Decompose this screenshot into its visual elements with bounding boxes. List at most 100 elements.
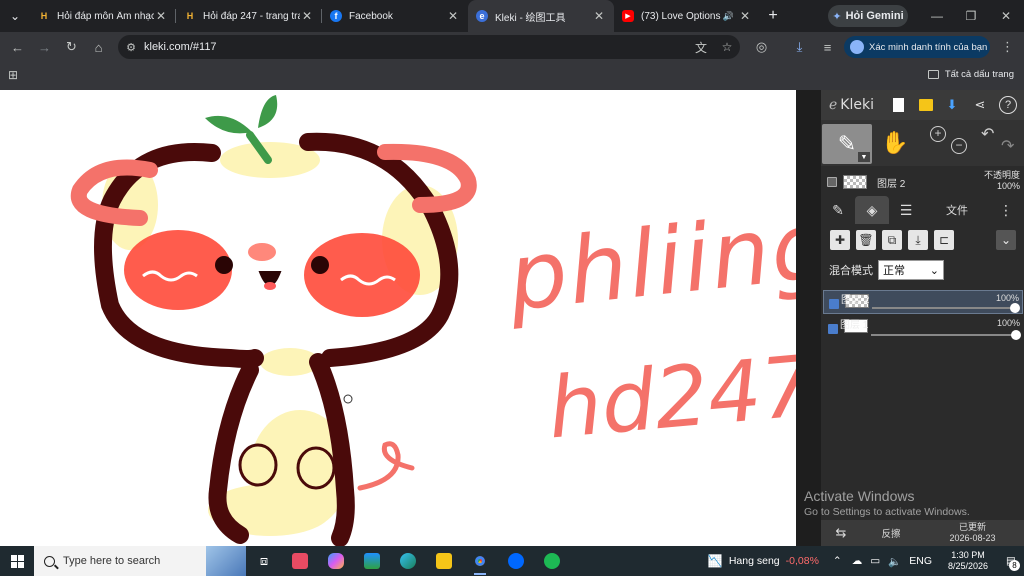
tab-adjust[interactable]: ☰	[889, 196, 923, 224]
brush-cursor	[343, 394, 353, 404]
all-bookmarks-button[interactable]: Tất cả dấu trang	[927, 69, 1014, 80]
volume-icon[interactable]: 🔈	[888, 555, 901, 568]
media-control-button[interactable]: ≡	[814, 32, 841, 62]
redo-icon[interactable]: ↷	[1001, 136, 1014, 156]
layer-item[interactable]: 图层 1 100%	[823, 316, 1023, 340]
undo-icon[interactable]: ↶	[981, 124, 994, 144]
language-indicator[interactable]: ENG	[909, 555, 932, 567]
tab-kleki[interactable]: e Kleki - 绘图工具 ✕	[468, 0, 614, 32]
url-text[interactable]: kleki.com/#117	[144, 41, 688, 53]
tab-file[interactable]: 文件	[923, 196, 991, 224]
translate-icon[interactable]: 文	[688, 39, 714, 56]
chrome-app[interactable]	[462, 546, 498, 576]
rename-layer-button[interactable]: ⊏	[934, 230, 954, 250]
lens-icon: ◎	[755, 39, 768, 54]
help-button[interactable]: ?	[999, 96, 1017, 114]
apps-grid-icon[interactable]: ⊞	[8, 68, 18, 82]
tab-hoidap247[interactable]: H Hỏi đáp 247 - trang tra ✕	[176, 0, 322, 32]
kleki-panel: ℯ Kleki ⬇ ⋖ ? ✎ ▼ ✋ + − ↶ ↷ 图层 2 不透明度 10…	[821, 90, 1024, 546]
chrome-menu-button[interactable]: ⋮	[994, 32, 1021, 62]
plus-icon: +	[768, 7, 778, 24]
new-image-button[interactable]	[889, 96, 907, 114]
close-icon[interactable]: ✕	[738, 9, 752, 23]
verify-identity-button[interactable]: Xác minh danh tính của bạn	[844, 36, 990, 58]
downloads-button[interactable]: ⤓	[786, 32, 813, 62]
layer-visibility-checkbox[interactable]	[828, 324, 838, 334]
delete-layer-button[interactable]: 🗑	[856, 230, 876, 250]
home-button[interactable]: ⌂	[85, 32, 112, 62]
restore-button[interactable]: ❐	[954, 0, 988, 32]
drawing-canvas[interactable]: phliing hd247	[0, 90, 796, 546]
chevron-up-icon[interactable]: ⌃	[833, 555, 842, 567]
slider-knob[interactable]	[1011, 330, 1021, 340]
widget-app[interactable]	[282, 546, 318, 576]
copilot-app[interactable]	[318, 546, 354, 576]
bookmark-star-icon[interactable]: ☆	[714, 40, 740, 54]
share-button[interactable]: ⋖	[971, 96, 989, 114]
open-image-button[interactable]	[917, 96, 935, 114]
layer-visibility-checkbox[interactable]	[829, 299, 839, 309]
tab-search-button[interactable]: ⌄	[0, 0, 30, 32]
layer-visibility-checkbox[interactable]	[827, 177, 837, 187]
tab-facebook[interactable]: f Facebook ✕	[322, 0, 468, 32]
taskbar-search[interactable]: Type here to search	[34, 546, 246, 576]
forward-button[interactable]: →	[31, 32, 58, 62]
panel-more-button[interactable]: ⋮	[991, 196, 1021, 224]
clock-time: 1:30 PM	[951, 550, 985, 560]
close-icon[interactable]: ✕	[154, 9, 168, 23]
zoom-in-icon[interactable]: +	[930, 126, 946, 142]
tab-hoidap-music[interactable]: H Hỏi đáp môn Âm nhạc ✕	[30, 0, 176, 32]
zoom-out-icon[interactable]: −	[951, 138, 967, 154]
hand-tool-icon[interactable]: ✋	[881, 130, 908, 156]
close-window-button[interactable]: ✕	[989, 0, 1023, 32]
speaker-icon[interactable]: 🔊	[723, 11, 734, 22]
merge-layer-button[interactable]: ⤓	[908, 230, 928, 250]
clock[interactable]: 1:30 PM 8/25/2026	[938, 550, 998, 572]
edge-app[interactable]	[390, 546, 426, 576]
layer-opacity-slider[interactable]	[871, 330, 1021, 340]
tab-layers[interactable]: ◈	[855, 196, 889, 224]
notification-button[interactable]: ▤ 8	[998, 555, 1024, 571]
explorer-app[interactable]	[426, 546, 462, 576]
spotify-app[interactable]	[534, 546, 570, 576]
save-button[interactable]: ⬇	[943, 96, 961, 114]
layer-opacity-slider[interactable]	[872, 303, 1020, 313]
collapse-layers-button[interactable]: ⌄	[996, 230, 1016, 250]
back-button[interactable]: ←	[4, 32, 31, 62]
zalo-app[interactable]	[498, 546, 534, 576]
blend-mode-select[interactable]: 正常 ⌄	[878, 260, 944, 280]
stock-name[interactable]: Hang seng	[729, 555, 780, 567]
screen-capture-button[interactable]: ◎	[748, 32, 775, 62]
hoidap-logo-icon: H	[186, 11, 194, 21]
tab-youtube[interactable]: ▶ (73) Love Options ( 🔊 ✕	[614, 0, 760, 32]
layer-item[interactable]: 图层 2 100%	[823, 290, 1023, 314]
clock-date: 8/25/2026	[947, 561, 989, 571]
close-icon[interactable]: ✕	[300, 9, 314, 23]
close-icon[interactable]: ✕	[592, 9, 606, 23]
battery-icon[interactable]: ▭	[870, 555, 880, 567]
cloud-icon[interactable]: ☁	[852, 555, 863, 567]
minimize-button[interactable]: —	[920, 0, 954, 32]
task-view-button[interactable]: ⧈	[246, 546, 282, 576]
tool-dropdown-icon[interactable]: ▼	[858, 152, 870, 162]
tab-brush[interactable]: ✎	[821, 196, 855, 224]
address-bar[interactable]: ⚙ kleki.com/#117 文 ☆	[118, 35, 740, 59]
site-info-icon[interactable]: ⚙	[118, 41, 144, 54]
tab-label: Kleki - 绘图工具	[495, 12, 566, 24]
left-eye	[215, 256, 233, 274]
start-button[interactable]	[0, 546, 34, 576]
add-layer-button[interactable]: ✚	[830, 230, 850, 250]
facebook-icon: f	[330, 10, 342, 22]
flip-label[interactable]: 反擦	[861, 526, 921, 540]
ask-gemini-button[interactable]: ✦ Hỏi Gemini	[828, 5, 908, 27]
duplicate-layer-button[interactable]: ⧉	[882, 230, 902, 250]
close-icon[interactable]: ✕	[446, 9, 460, 23]
slider-knob[interactable]	[1010, 303, 1020, 313]
store-app[interactable]	[354, 546, 390, 576]
minimize-icon: —	[931, 9, 943, 23]
swap-icon[interactable]: ⇆	[821, 525, 861, 541]
reload-button[interactable]: ↻	[58, 32, 85, 62]
new-tab-button[interactable]: +	[760, 0, 786, 32]
brush-tool-button[interactable]: ✎ ▼	[822, 124, 872, 164]
system-tray: 📉 Hang seng -0,08% ⌃ ☁ ▭ 🔈 ENG 1:30 PM 8…	[708, 546, 1024, 576]
